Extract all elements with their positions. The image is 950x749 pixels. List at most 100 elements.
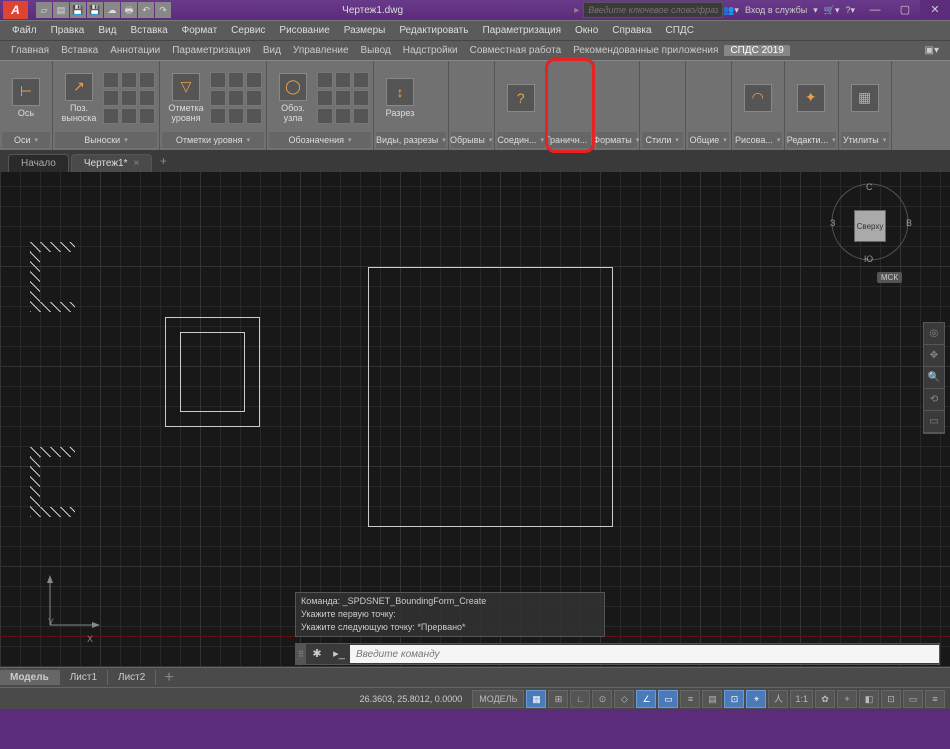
menu-файл[interactable]: Файл xyxy=(5,25,44,36)
panel-label[interactable]: Обрывы xyxy=(451,132,492,148)
panel-label[interactable]: Обозначения xyxy=(269,132,371,148)
otrack-toggle[interactable]: ▭ xyxy=(658,690,678,708)
cycle-toggle[interactable]: ⊡ xyxy=(724,690,744,708)
small-tool-icon[interactable] xyxy=(246,72,262,88)
gear-icon[interactable]: ✿ xyxy=(815,690,835,708)
menu-параметризация[interactable]: Параметризация xyxy=(475,25,568,36)
panel-label[interactable]: Стили xyxy=(642,132,683,148)
qat-open-icon[interactable]: ▤ xyxy=(53,2,69,18)
hwaccel-icon[interactable]: ⊡ xyxy=(881,690,901,708)
panel-label[interactable]: Отметки уровня xyxy=(162,132,264,148)
menu-правка[interactable]: Правка xyxy=(44,25,92,36)
menu-рисование[interactable]: Рисование xyxy=(272,25,336,36)
tab-10[interactable]: СПДС 2019 xyxy=(724,45,789,56)
small-tool-icon[interactable] xyxy=(210,72,226,88)
viewcube-face[interactable]: Сверху xyxy=(854,210,886,242)
workspace-icon[interactable]: ◧ xyxy=(859,690,879,708)
tab-1[interactable]: Вставка xyxy=(55,45,104,56)
menu-формат[interactable]: Формат xyxy=(175,25,225,36)
menu-спдс[interactable]: СПДС xyxy=(659,25,701,36)
iso-toggle[interactable]: ◇ xyxy=(614,690,634,708)
search-input[interactable] xyxy=(583,2,723,18)
nav-wheel-icon[interactable]: ◎ xyxy=(924,323,944,345)
panel-label[interactable]: Общие xyxy=(688,132,729,148)
small-tool-icon[interactable] xyxy=(228,72,244,88)
qat-undo-icon[interactable]: ↶ xyxy=(138,2,154,18)
small-tool-icon[interactable] xyxy=(228,90,244,106)
small-tool-icon[interactable] xyxy=(121,108,137,124)
close-button[interactable]: ✕ xyxy=(920,0,950,20)
small-tool-icon[interactable] xyxy=(335,108,351,124)
qat-new-icon[interactable]: ▱ xyxy=(36,2,52,18)
lwt-toggle[interactable]: ≡ xyxy=(680,690,700,708)
tab-8[interactable]: Совместная работа xyxy=(464,45,568,56)
cmdline-grip[interactable]: ⠿ xyxy=(296,644,306,664)
small-tool-icon[interactable] xyxy=(139,108,155,124)
dyn-toggle[interactable]: ⌖ xyxy=(746,690,766,708)
cart-icon[interactable]: 🛒▾ xyxy=(824,5,840,16)
model-button[interactable]: МОДЕЛЬ xyxy=(472,690,524,708)
panel-label[interactable]: Форматы xyxy=(596,132,637,148)
menu-редактировать[interactable]: Редактировать xyxy=(392,25,475,36)
tab-2[interactable]: Аннотации xyxy=(104,45,166,56)
small-tool-icon[interactable] xyxy=(210,90,226,106)
ribbon-button[interactable]: ◯Обоз. узла xyxy=(271,68,315,128)
small-tool-icon[interactable] xyxy=(353,72,369,88)
annomonitor-toggle[interactable]: + xyxy=(837,690,857,708)
command-input[interactable] xyxy=(350,645,939,663)
snap-toggle[interactable]: ⊞ xyxy=(548,690,568,708)
qat-cloud-icon[interactable]: ☁ xyxy=(104,2,120,18)
small-tool-icon[interactable] xyxy=(353,90,369,106)
cmdline-recent-icon[interactable]: ✱ xyxy=(306,643,328,665)
panel-label[interactable]: Редакти... xyxy=(787,132,836,148)
small-tool-icon[interactable] xyxy=(317,72,333,88)
tab-0[interactable]: Главная xyxy=(5,45,55,56)
tab-5[interactable]: Управление xyxy=(287,45,355,56)
small-tool-icon[interactable] xyxy=(139,72,155,88)
ortho-toggle[interactable]: ∟ xyxy=(570,690,590,708)
scale-label[interactable]: 1:1 xyxy=(790,690,813,708)
nav-showmotion-icon[interactable]: ▭ xyxy=(924,411,944,433)
tab-6[interactable]: Вывод xyxy=(355,45,397,56)
ribbon-button[interactable]: ? xyxy=(499,68,543,128)
ribbon-button[interactable]: ◠ xyxy=(736,68,780,128)
small-tool-icon[interactable] xyxy=(353,108,369,124)
small-tool-icon[interactable] xyxy=(103,108,119,124)
panel-label[interactable]: Граничн... xyxy=(550,132,591,148)
small-tool-icon[interactable] xyxy=(139,90,155,106)
qat-save-icon[interactable]: 💾 xyxy=(70,2,86,18)
new-tab-button[interactable]: + xyxy=(154,154,172,172)
tab-options[interactable]: ▣▾ xyxy=(919,45,945,56)
panel-label[interactable]: Рисова... xyxy=(734,132,782,148)
nav-orbit-icon[interactable]: ⟲ xyxy=(924,389,944,411)
qat-plot-icon[interactable]: 🖶 xyxy=(121,2,137,18)
grid-toggle[interactable]: ▦ xyxy=(526,690,546,708)
menu-окно[interactable]: Окно xyxy=(568,25,605,36)
small-tool-icon[interactable] xyxy=(246,90,262,106)
small-tool-icon[interactable] xyxy=(121,72,137,88)
menu-сервис[interactable]: Сервис xyxy=(224,25,272,36)
qat-redo-icon[interactable]: ↷ xyxy=(155,2,171,18)
add-layout-button[interactable]: + xyxy=(156,667,181,689)
ribbon-button[interactable]: ▦ xyxy=(843,68,887,128)
minimize-button[interactable]: — xyxy=(860,0,890,20)
small-tool-icon[interactable] xyxy=(317,90,333,106)
small-tool-icon[interactable] xyxy=(103,90,119,106)
ribbon-button[interactable]: ⊢Ось xyxy=(4,68,48,128)
layout-tab[interactable]: Лист2 xyxy=(108,670,156,685)
transparency-toggle[interactable]: ▤ xyxy=(702,690,722,708)
ribbon-button[interactable]: ✦ xyxy=(789,68,833,128)
layout-tab[interactable]: Лист1 xyxy=(60,670,108,685)
small-tool-icon[interactable] xyxy=(103,72,119,88)
login-link[interactable]: Вход в службы xyxy=(745,5,807,15)
small-tool-icon[interactable] xyxy=(335,90,351,106)
wcs-label[interactable]: МСК xyxy=(877,272,902,283)
qp-toggle[interactable]: 人 xyxy=(768,690,788,708)
small-tool-icon[interactable] xyxy=(121,90,137,106)
small-tool-icon[interactable] xyxy=(317,108,333,124)
polar-toggle[interactable]: ⊙ xyxy=(592,690,612,708)
qat-saveas-icon[interactable]: 💾 xyxy=(87,2,103,18)
ribbon-button[interactable]: ▽Отметка уровня xyxy=(164,68,208,128)
drawing-canvas[interactable]: Y X Сверху С Ю В З МСК ◎ ✥ 🔍 ⟲ ▭ Команда… xyxy=(0,172,950,667)
tab-4[interactable]: Вид xyxy=(257,45,287,56)
